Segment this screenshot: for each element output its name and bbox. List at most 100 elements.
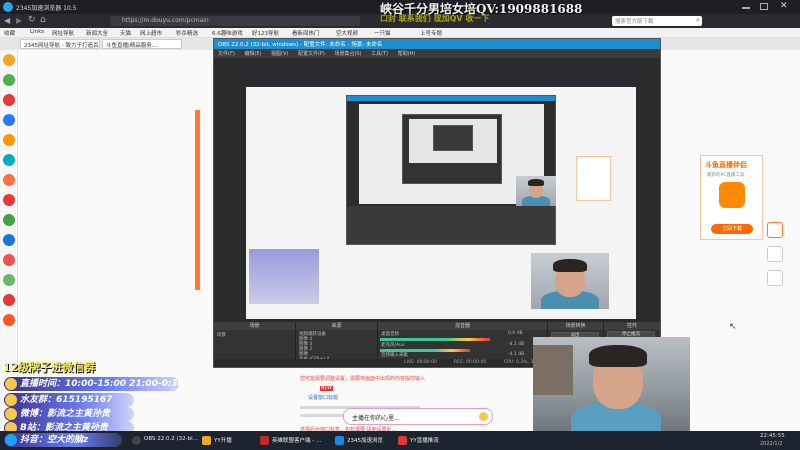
bookmark-item[interactable]: 秒杀精选 <box>176 29 198 37</box>
douyin-value: 空大的脑z <box>47 435 89 445</box>
weibo-badge-icon <box>5 408 17 420</box>
promo-download-button[interactable]: 立即下载 <box>711 224 753 234</box>
obs-menu-item[interactable]: 帮助(H) <box>398 51 416 57</box>
streamer-webcam <box>533 337 690 435</box>
obs-menu-item[interactable]: 文件(F) <box>218 51 235 57</box>
browser-window-title: 2345加速浏览器 10.5 <box>16 5 77 12</box>
note-icon[interactable] <box>3 254 15 266</box>
chrome-icon[interactable] <box>3 214 15 226</box>
search-input[interactable]: 搜索官方版下载 ⌕ <box>612 16 702 26</box>
tv-icon[interactable] <box>3 234 15 246</box>
captured-promo <box>576 156 611 201</box>
bookmark-item[interactable]: 好123导航 <box>252 29 279 37</box>
captured-toolbar <box>246 61 636 87</box>
scene-item[interactable]: 场景 <box>217 332 226 338</box>
controls-dock-title: 控件 <box>604 322 660 330</box>
obs-menu-item[interactable]: 工具(T) <box>371 51 388 57</box>
cyan-app-icon[interactable] <box>3 154 15 166</box>
blue-app-icon[interactable] <box>3 114 15 126</box>
live-time-value: 10:00-15:00 21:00-0:30 <box>65 379 184 389</box>
bookmark-item[interactable]: 看新闻热门 <box>292 29 320 37</box>
refresh-icon[interactable]: ↻ <box>28 15 36 25</box>
maximize-button[interactable] <box>760 3 768 10</box>
weibo-icon[interactable] <box>3 294 15 306</box>
obs-rec-time: REC: 00:00:00 <box>454 360 487 365</box>
nested-obs-level-2 <box>402 114 502 184</box>
url-input[interactable]: https://m.douyu.com/pcmain <box>110 16 360 26</box>
red-notice-1: 您可能需要调整设置，需要将画面中出现的内容提前输入 <box>300 376 426 382</box>
bookmark-item[interactable]: 上号专题 <box>420 29 442 37</box>
bookmark-item[interactable]: 新闻大全 <box>86 29 108 37</box>
obs-menu-item[interactable]: 编辑(E) <box>244 51 261 57</box>
obs-preview-canvas[interactable] <box>246 61 636 319</box>
side-home-icon[interactable] <box>767 246 783 262</box>
bookmark-item[interactable]: 网上超市 <box>140 29 162 37</box>
qq-label: 水友群： <box>20 395 57 405</box>
game-icon[interactable] <box>3 174 15 186</box>
star-icon[interactable] <box>3 54 15 66</box>
taskbar-time[interactable]: 22:45:55 <box>760 433 785 439</box>
overlay-weibo: 微博：影流之主黄孙贵 <box>4 407 134 421</box>
jd-icon[interactable] <box>3 194 15 206</box>
mixer-channel-level: -4.1 dB <box>508 352 525 357</box>
mixer-channel-label: 桌面音频 <box>381 332 399 337</box>
overlay-live-time: 直播时间：10:00-15:00 21:00-0:30 <box>4 377 184 391</box>
bookmark-item[interactable]: Links <box>30 29 44 35</box>
live-time-label: 直播时间： <box>20 379 66 389</box>
clock-icon[interactable] <box>3 74 15 86</box>
bookmark-item[interactable]: 空大视频 <box>336 29 358 37</box>
obs-menu-item[interactable]: 场景集合(S) <box>334 51 361 57</box>
douyu-promo-card[interactable]: 斗鱼直播伴侣 最新的PC直播工具 立即下载 <box>700 155 763 240</box>
browser-tab-active[interactable]: 斗鱼直播|精品服务... <box>102 39 182 49</box>
orange-app-icon[interactable] <box>3 134 15 146</box>
search-icon[interactable]: ⌕ <box>696 16 700 25</box>
taskbar-item-browser[interactable]: 2345加速浏览 <box>333 433 393 448</box>
bookmark-item[interactable]: 收藏 <box>4 29 15 37</box>
overlay-wechat-hint: 12级牌子进微信群 <box>3 361 96 374</box>
side-app-icon[interactable] <box>767 270 783 286</box>
side-play-icon[interactable] <box>767 222 783 238</box>
taskbar-item-yy[interactable]: YY开播 <box>200 433 255 448</box>
close-button[interactable]: ✕ <box>780 1 788 11</box>
home-icon[interactable]: ⌂ <box>40 15 46 25</box>
minimize-button[interactable] <box>742 7 750 9</box>
qq-badge-icon <box>5 394 17 406</box>
lol-app-icon <box>260 436 269 445</box>
taskbar-item-obs[interactable]: OBS 22.0.2 (32-bi... <box>130 433 198 448</box>
obs-menu-item[interactable]: 配置文件(P) <box>298 51 325 57</box>
red-app-icon[interactable] <box>3 94 15 106</box>
obs-title-text: OBS 22.0.2 (32-bit, windows) - 配置文件: 未命名… <box>218 42 383 48</box>
nested-obs-titlebar <box>347 96 555 101</box>
yy-stream-app-icon <box>398 436 407 445</box>
obs-window[interactable]: OBS 22.0.2 (32-bit, windows) - 配置文件: 未命名… <box>213 38 661 368</box>
scenes-dock-title: 场景 <box>214 322 295 330</box>
taskbar-item-label: YY直播推流 <box>410 438 439 444</box>
taskbar-item-label: YY开播 <box>214 438 232 444</box>
nested-obs-level-3 <box>433 125 473 151</box>
taskbar-item-lol[interactable]: 英雄联盟客户端 - ... <box>258 433 330 448</box>
mouse-cursor-icon: ↖ <box>729 322 737 332</box>
settings-link[interactable]: 设置窗口标题 <box>308 394 338 401</box>
weibo-label: 微博： <box>20 409 48 419</box>
taskbar-item-yy-stream[interactable]: YY直播推流 <box>396 433 456 448</box>
nested-webcam <box>516 176 556 206</box>
preview-webcam <box>531 253 609 309</box>
douyin-label: 抖音： <box>20 435 48 445</box>
chat-popup: 主播在你的心里... <box>343 408 493 425</box>
forward-icon[interactable]: ▶ <box>16 16 22 25</box>
taskbar-item-label: 英雄联盟客户端 - ... <box>272 438 322 444</box>
video-icon[interactable] <box>3 274 15 286</box>
taskbar-date[interactable]: 2022/1/2 <box>760 441 782 447</box>
mixer-channel-level: -4.1 dB <box>508 342 525 347</box>
bookmark-item[interactable]: 天猫 <box>120 29 131 37</box>
back-icon[interactable]: ◀ <box>4 16 10 25</box>
bookmark-item[interactable]: 6.6趣味游戏 <box>212 29 243 37</box>
six-icon[interactable] <box>3 314 15 326</box>
browser-tab[interactable]: 2345网址导航 - 致力于打造百... <box>20 39 100 49</box>
obs-menu-item[interactable]: 视图(V) <box>271 51 288 57</box>
obs-live-time: LIVE: 00:00:00 <box>404 360 437 365</box>
overlay-top-banner-sub: 口封 联系我们 或加QV 收一下 <box>380 14 490 23</box>
bookmark-item[interactable]: 一只猫 <box>374 29 391 37</box>
webcam-room-shelf <box>533 345 573 395</box>
bookmark-item[interactable]: 网址导航 <box>52 29 74 37</box>
